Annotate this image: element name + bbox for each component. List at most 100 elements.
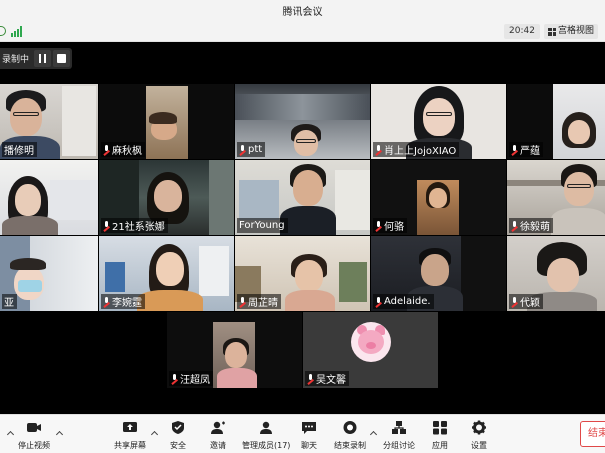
stop-icon bbox=[57, 54, 67, 63]
grid-view-label: 宫格视图 bbox=[558, 26, 595, 36]
chevron-up-icon[interactable] bbox=[55, 430, 64, 439]
invite-label: 邀请 bbox=[210, 441, 226, 450]
participant-name: 吴文馨 bbox=[316, 375, 346, 386]
participant-label: 麻秋枫 bbox=[101, 142, 145, 157]
participant-label: 严蕴 bbox=[509, 142, 543, 157]
stop-recording-button[interactable] bbox=[53, 50, 71, 67]
chat-button[interactable]: 聊天 bbox=[301, 420, 317, 451]
invite-icon bbox=[210, 420, 226, 435]
settings-label: 设置 bbox=[471, 441, 487, 450]
video-tile[interactable]: 汪超凤 bbox=[167, 312, 302, 388]
muted-mic-icon bbox=[171, 374, 178, 383]
end-recording-label: 结束录制 bbox=[334, 441, 366, 450]
participant-label: 代颖 bbox=[509, 294, 543, 309]
muted-mic-icon bbox=[511, 221, 518, 230]
network-signal-icon[interactable] bbox=[11, 26, 23, 37]
video-tile[interactable]: 亚 bbox=[0, 236, 98, 311]
participant-name: 汪超凤 bbox=[180, 375, 210, 386]
video-tile[interactable]: Adelaide. bbox=[371, 236, 506, 311]
participant-name: 何骆 bbox=[384, 222, 404, 233]
participant-label: ptt bbox=[237, 142, 266, 157]
video-tile[interactable]: 麻秋枫 bbox=[99, 84, 234, 159]
participant-label: 何骆 bbox=[373, 218, 407, 233]
video-tile[interactable]: 何骆 bbox=[371, 160, 506, 235]
recording-status-label: 录制中 bbox=[2, 55, 30, 65]
manage-members-label: 管理成员(17) bbox=[242, 441, 291, 450]
shield-icon bbox=[170, 420, 186, 435]
info-bar: 20:42 宫格视图 bbox=[0, 21, 605, 42]
muted-mic-icon bbox=[239, 297, 246, 306]
video-tile[interactable]: ptt bbox=[235, 84, 370, 159]
participant-name: 21社系张娜 bbox=[112, 222, 165, 233]
participant-name: ForYoung bbox=[239, 220, 285, 231]
participant-label: 播修明 bbox=[2, 142, 37, 157]
video-tile[interactable]: 李婉霆 bbox=[99, 236, 234, 311]
video-tile[interactable]: ForYoung bbox=[235, 160, 370, 235]
video-tile[interactable]: 徐毅萌 bbox=[507, 160, 605, 235]
participant-label: 肖上上JojoXIAO bbox=[373, 142, 460, 157]
stop-video-button[interactable]: 停止视频 bbox=[18, 420, 50, 451]
meeting-info-icon[interactable] bbox=[0, 26, 6, 36]
video-tile[interactable]: 周芷晴 bbox=[235, 236, 370, 311]
muted-mic-icon bbox=[103, 221, 110, 230]
video-tile[interactable]: 21社系张娜 bbox=[99, 160, 234, 235]
pause-recording-button[interactable] bbox=[34, 50, 52, 67]
participant-label: 汪超凤 bbox=[169, 371, 213, 386]
security-label: 安全 bbox=[170, 441, 186, 450]
participant-avatar bbox=[351, 322, 391, 362]
participant-name: 李婉霆 bbox=[112, 298, 142, 309]
share-screen-button[interactable]: 共享屏幕 bbox=[114, 420, 146, 451]
stop-video-label: 停止视频 bbox=[18, 441, 50, 450]
chevron-up-icon[interactable] bbox=[150, 430, 159, 439]
video-tile[interactable]: 播修明 bbox=[0, 84, 98, 159]
muted-mic-icon bbox=[375, 221, 382, 230]
breakout-icon bbox=[391, 420, 407, 435]
grid-icon bbox=[548, 27, 556, 36]
muted-mic-icon bbox=[103, 145, 110, 154]
muted-mic-icon bbox=[239, 145, 246, 154]
participant-name: ptt bbox=[248, 144, 263, 155]
participant-name: 周芷晴 bbox=[248, 298, 278, 309]
video-tile[interactable]: 严蕴 bbox=[507, 84, 605, 159]
record-icon bbox=[342, 420, 358, 435]
apps-icon bbox=[432, 420, 448, 435]
apps-label: 应用 bbox=[432, 441, 448, 450]
recording-indicator: 录制中 bbox=[0, 48, 73, 69]
video-tile[interactable] bbox=[0, 160, 98, 235]
share-screen-label: 共享屏幕 bbox=[114, 441, 146, 450]
chat-icon bbox=[301, 420, 317, 435]
end-recording-button[interactable]: 结束录制 bbox=[334, 420, 366, 451]
muted-mic-icon bbox=[511, 145, 518, 154]
breakout-label: 分组讨论 bbox=[383, 441, 415, 450]
share-screen-icon bbox=[122, 420, 138, 435]
manage-members-button[interactable]: 管理成员(17) bbox=[242, 420, 290, 451]
security-button[interactable]: 安全 bbox=[170, 420, 186, 451]
gear-icon bbox=[471, 420, 487, 435]
settings-button[interactable]: 设置 bbox=[471, 420, 487, 451]
chevron-up-icon[interactable] bbox=[6, 430, 15, 439]
window-title: 腾讯会议 bbox=[282, 7, 323, 18]
participant-label: Adelaide. bbox=[373, 294, 434, 309]
participant-label: ForYoung bbox=[237, 218, 288, 233]
participant-label: 21社系张娜 bbox=[101, 218, 168, 233]
chevron-up-icon[interactable] bbox=[369, 430, 378, 439]
video-tile[interactable]: 代颖 bbox=[507, 236, 605, 311]
muted-mic-icon bbox=[375, 145, 382, 154]
participant-label: 周芷晴 bbox=[237, 294, 281, 309]
video-tile[interactable]: 吴文馨 bbox=[303, 312, 438, 388]
muted-mic-icon bbox=[103, 297, 110, 306]
video-tile[interactable]: 肖上上JojoXIAO bbox=[371, 84, 506, 159]
video-camera-icon bbox=[26, 420, 42, 435]
participant-name: 亚 bbox=[4, 298, 14, 309]
participant-name: 播修明 bbox=[4, 146, 34, 157]
invite-button[interactable]: 邀请 bbox=[210, 420, 226, 451]
participant-label: 李婉霆 bbox=[101, 294, 145, 309]
grid-view-button[interactable]: 宫格视图 bbox=[544, 24, 599, 39]
meeting-clock: 20:42 bbox=[504, 24, 540, 39]
end-meeting-button[interactable]: 结束 bbox=[580, 421, 605, 447]
members-icon bbox=[258, 420, 274, 435]
title-bar: 腾讯会议 bbox=[0, 0, 605, 21]
breakout-rooms-button[interactable]: 分组讨论 bbox=[383, 420, 415, 451]
apps-button[interactable]: 应用 bbox=[432, 420, 448, 451]
participant-label: 吴文馨 bbox=[305, 371, 349, 386]
